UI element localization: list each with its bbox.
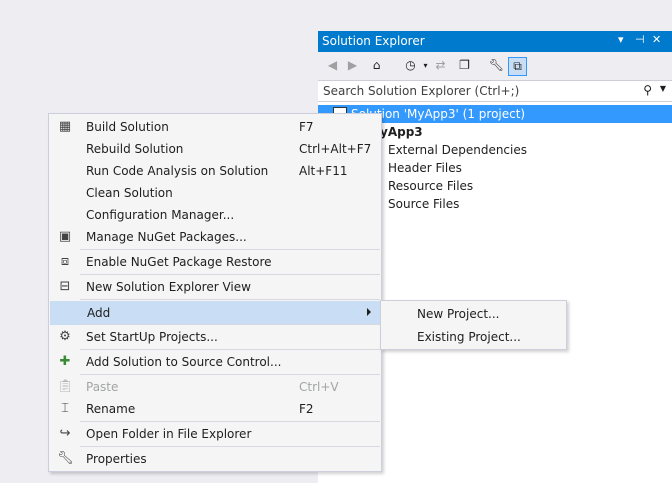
menu-separator bbox=[80, 249, 380, 250]
menu-item-label: Run Code Analysis on Solution bbox=[86, 164, 269, 178]
paste-icon: 📋︎ bbox=[57, 379, 74, 394]
menu-item-label: Clean Solution bbox=[86, 186, 173, 200]
source-control-icon: ✚ bbox=[59, 354, 71, 369]
search-options-dropdown-icon[interactable]: ▼ bbox=[660, 84, 666, 93]
menu-separator bbox=[80, 274, 380, 275]
menu-item-label: Build Solution bbox=[86, 120, 169, 134]
menu-item-shortcut: F2 bbox=[299, 402, 314, 416]
menu-item-shortcut: Ctrl+Alt+F7 bbox=[299, 142, 372, 156]
menu-separator bbox=[80, 299, 380, 300]
collapse-all-icon[interactable]: ❐ bbox=[456, 57, 473, 74]
home-icon[interactable]: ⌂ bbox=[368, 57, 385, 74]
menu-separator bbox=[80, 446, 380, 447]
menu-item-label: New Solution Explorer View bbox=[86, 280, 251, 294]
search-box[interactable]: Search Solution Explorer (Ctrl+;) ⚲ ▼ bbox=[318, 80, 672, 102]
solution-explorer-titlebar: Solution Explorer ▾ ⊣ ✕ bbox=[318, 31, 672, 52]
menu-item-manage-nuget[interactable]: ▣ Manage NuGet Packages... bbox=[50, 226, 381, 248]
menu-item-label: Set StartUp Projects... bbox=[86, 330, 218, 344]
menu-item-label: Manage NuGet Packages... bbox=[86, 230, 247, 244]
tree-item-label: Source Files bbox=[388, 197, 460, 211]
gear-icon: ⚙ bbox=[59, 329, 71, 344]
menu-item-open-folder[interactable]: ↪ Open Folder in File Explorer bbox=[50, 423, 381, 445]
close-icon[interactable]: ✕ bbox=[652, 33, 661, 46]
menu-item-label: Rename bbox=[86, 402, 136, 416]
rename-icon: ⌶ bbox=[61, 401, 69, 416]
tree-item-label: yApp3 bbox=[380, 125, 423, 139]
build-icon: ▦ bbox=[58, 119, 72, 134]
back-arrow-icon[interactable]: ◀ bbox=[324, 57, 341, 74]
solution-explorer-toolbar: ◀ ▶ ⌂ ◷ ▾ ⇄ ❐ 🔧︎ ⧉ bbox=[318, 52, 672, 80]
auto-hide-pin-icon[interactable]: ⊣ bbox=[635, 33, 645, 46]
menu-item-add[interactable]: Add bbox=[50, 301, 383, 325]
menu-separator bbox=[80, 349, 380, 350]
menu-item-label: Properties bbox=[86, 452, 147, 466]
menu-item-shortcut: Ctrl+V bbox=[299, 380, 339, 394]
menu-separator bbox=[80, 324, 380, 325]
nuget-icon: ▣ bbox=[58, 229, 72, 244]
menu-item-build-solution[interactable]: ▦ Build Solution F7 bbox=[50, 116, 381, 138]
menu-item-label: Add bbox=[87, 306, 111, 320]
tree-item-label: Header Files bbox=[388, 161, 462, 175]
menu-item-label: Configuration Manager... bbox=[86, 208, 235, 222]
menu-item-rebuild-solution[interactable]: Rebuild Solution Ctrl+Alt+F7 bbox=[50, 138, 381, 160]
submenu-arrow-icon bbox=[367, 308, 371, 316]
panel-title: Solution Explorer bbox=[322, 34, 425, 48]
sync-icon[interactable]: ⇄ bbox=[432, 57, 449, 74]
menu-item-label: Rebuild Solution bbox=[86, 142, 184, 156]
menu-item-configuration-manager[interactable]: Configuration Manager... bbox=[50, 204, 381, 226]
menu-item-label: Existing Project... bbox=[417, 330, 521, 344]
forward-arrow-icon[interactable]: ▶ bbox=[344, 57, 361, 74]
menu-separator bbox=[80, 374, 380, 375]
preview-icon[interactable]: ⧉ bbox=[508, 57, 527, 76]
menu-item-label: New Project... bbox=[417, 307, 500, 321]
context-menu: ▦ Build Solution F7 Rebuild Solution Ctr… bbox=[48, 113, 383, 472]
menu-item-rename[interactable]: ⌶ Rename F2 bbox=[50, 398, 381, 420]
package-restore-icon: ⧈ bbox=[60, 254, 70, 269]
menu-item-label: Enable NuGet Package Restore bbox=[86, 255, 272, 269]
menu-separator bbox=[80, 421, 380, 422]
wrench-icon: 🔧︎ bbox=[57, 451, 74, 466]
menu-item-add-to-source-control[interactable]: ✚ Add Solution to Source Control... bbox=[50, 351, 381, 373]
add-submenu: New Project... Existing Project... bbox=[380, 300, 567, 350]
menu-item-label: Open Folder in File Explorer bbox=[86, 427, 252, 441]
new-view-icon: ⊟ bbox=[59, 279, 71, 294]
menu-item-enable-nuget-restore[interactable]: ⧈ Enable NuGet Package Restore bbox=[50, 251, 381, 273]
menu-item-run-code-analysis[interactable]: Run Code Analysis on Solution Alt+F11 bbox=[50, 160, 381, 182]
search-input[interactable]: Search Solution Explorer (Ctrl+;) bbox=[323, 84, 519, 98]
tree-item-label: Resource Files bbox=[388, 179, 474, 193]
search-icon[interactable]: ⚲ bbox=[643, 83, 652, 97]
menu-item-paste[interactable]: 📋︎ Paste Ctrl+V bbox=[50, 376, 381, 398]
menu-item-new-solution-explorer-view[interactable]: ⊟ New Solution Explorer View bbox=[50, 276, 381, 298]
tree-item-label: External Dependencies bbox=[388, 143, 528, 157]
submenu-item-existing-project[interactable]: Existing Project... bbox=[382, 326, 566, 348]
menu-item-properties[interactable]: 🔧︎ Properties bbox=[50, 448, 381, 470]
submenu-item-new-project[interactable]: New Project... bbox=[382, 303, 566, 325]
menu-item-set-startup-projects[interactable]: ⚙ Set StartUp Projects... bbox=[50, 326, 381, 348]
open-folder-icon: ↪ bbox=[59, 426, 71, 441]
menu-item-shortcut: Alt+F11 bbox=[299, 164, 348, 178]
menu-item-label: Add Solution to Source Control... bbox=[86, 355, 282, 369]
wrench-icon[interactable]: 🔧︎ bbox=[488, 57, 505, 74]
window-position-dropdown-icon[interactable]: ▾ bbox=[618, 33, 624, 46]
menu-item-clean-solution[interactable]: Clean Solution bbox=[50, 182, 381, 204]
menu-item-shortcut: F7 bbox=[299, 120, 314, 134]
menu-item-label: Paste bbox=[86, 380, 119, 394]
